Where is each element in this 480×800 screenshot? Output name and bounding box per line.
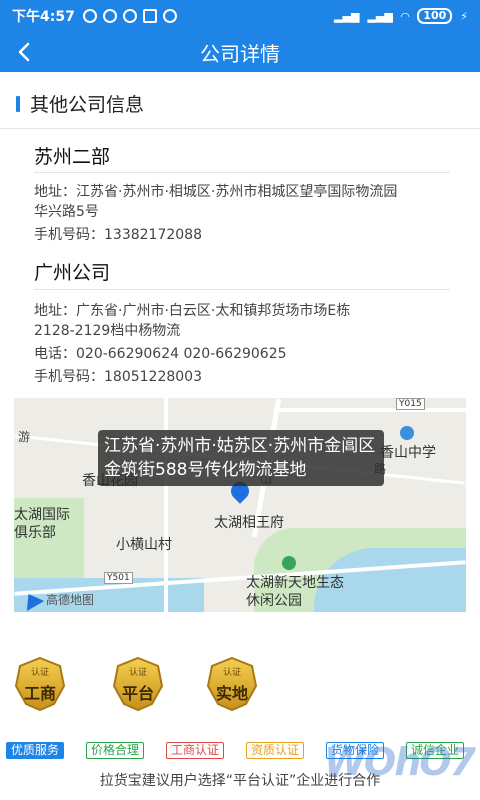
map-road-label: Y015 xyxy=(396,398,425,410)
badge-main-label: 工商 xyxy=(23,684,56,703)
map-label: 太湖国际俱乐部 xyxy=(14,507,70,541)
badge-top-label: 认证 xyxy=(30,668,49,678)
badge-top-label: 认证 xyxy=(128,668,147,678)
company-divider xyxy=(34,289,450,290)
map-label: 太湖相王府 xyxy=(214,515,284,531)
notification-icon xyxy=(122,9,137,23)
badge-main-label: 实地 xyxy=(215,684,248,703)
sync-icon xyxy=(162,9,177,23)
tag-business-cert: 工商认证 xyxy=(166,742,225,759)
map-label: 香山中学 xyxy=(380,445,436,461)
company-address-line1: 地址：江苏省·苏州市·相城区·苏州市相城区望亭国际物流园 xyxy=(34,184,398,200)
section-heading: 其他公司信息 xyxy=(16,90,144,117)
map-label: 游 xyxy=(18,430,31,444)
company-divider xyxy=(34,172,450,173)
section-title: 其他公司信息 xyxy=(30,94,145,116)
section-accent-bar xyxy=(16,95,20,112)
signal-1-icon: ▂▄▆ xyxy=(334,9,360,23)
map-label: 太湖新天地生态休闲公园 xyxy=(246,575,344,609)
badge-business-cert: 认证 工商 xyxy=(14,656,66,712)
tag-quality-service: 优质服务 xyxy=(6,742,65,759)
company-phone[interactable]: 电话：020-66290624 020-66290625 xyxy=(34,343,460,365)
battery-icon: 100 xyxy=(417,8,453,24)
location-map[interactable]: Y015 Y501 游 路 山 香山花园 香山中学 太湖相王府 小横山村 太湖国… xyxy=(14,398,466,612)
status-left-icons xyxy=(82,9,177,23)
page-title: 公司详情 xyxy=(200,41,280,66)
clock-icon xyxy=(102,9,117,23)
company-mobile[interactable]: 手机号码：13382172088 xyxy=(34,224,460,246)
company-address-line2: 华兴路5号 xyxy=(34,204,99,220)
company-mobile[interactable]: 手机号码：18051228003 xyxy=(34,366,460,388)
tag-qualification-cert: 资质认证 xyxy=(246,742,305,759)
app-icon xyxy=(142,9,157,23)
badge-main-label: 平台 xyxy=(121,684,154,703)
signal-2-icon: ▂▄▆ xyxy=(367,9,393,23)
badge-onsite-cert: 认证 实地 xyxy=(206,656,258,712)
park-poi-icon xyxy=(282,556,296,570)
back-button[interactable] xyxy=(12,38,38,66)
map-address-tooltip: 江苏省·苏州市·姑苏区·苏州市金阊区金筑街588号传化物流基地 xyxy=(98,430,384,486)
map-logo: 高德地图 xyxy=(19,588,95,611)
status-right-icons: ▂▄▆ ▂▄▆ ◠ 100 ⚡ xyxy=(334,8,468,24)
section-divider xyxy=(0,128,480,129)
map-road-label: Y501 xyxy=(104,572,133,584)
company-address-line1: 地址：广东省·广州市·白云区·太和镇邦货场市场E栋 xyxy=(34,303,351,319)
charging-icon: ⚡ xyxy=(460,9,468,23)
badge-top-label: 认证 xyxy=(222,668,241,678)
chevron-left-icon xyxy=(18,42,30,62)
badge-platform-cert: 认证 平台 xyxy=(112,656,164,712)
company-address-line2: 2128-2129档中杨物流 xyxy=(34,323,181,339)
map-road xyxy=(274,408,466,412)
company-name-suzhou: 苏州二部 xyxy=(34,146,111,168)
app-header: 公司详情 xyxy=(0,32,480,72)
site-watermark: WOhO7 xyxy=(323,740,476,784)
status-time: 下午4:57 xyxy=(12,9,75,25)
tag-fair-price: 价格合理 xyxy=(86,742,145,759)
map-logo-text: 高德地图 xyxy=(46,593,95,607)
status-bar: 下午4:57 ▂▄▆ ▂▄▆ ◠ 100 ⚡ xyxy=(0,0,480,32)
alarm-icon xyxy=(82,9,97,23)
school-poi-icon xyxy=(400,426,414,440)
map-label: 小横山村 xyxy=(116,537,172,553)
company-name-guangzhou: 广州公司 xyxy=(34,262,111,284)
amap-logo-icon xyxy=(19,588,45,611)
wifi-icon: ◠ xyxy=(400,9,410,23)
